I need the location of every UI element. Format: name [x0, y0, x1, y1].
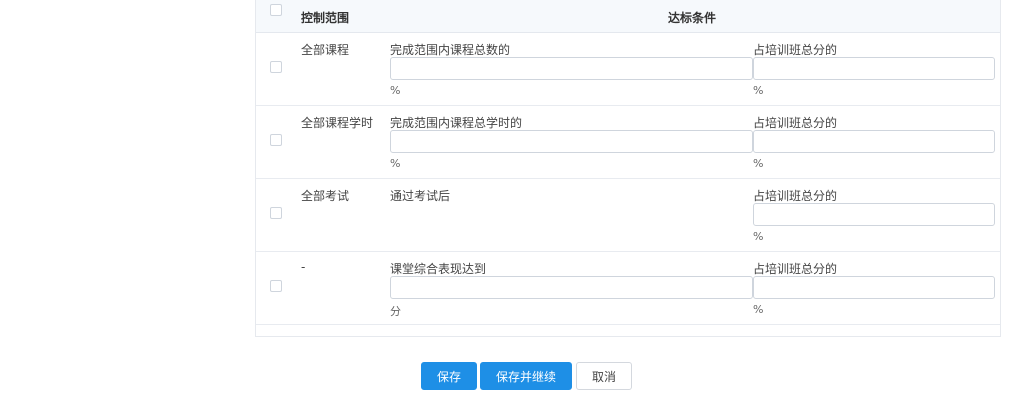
- row-scope: -: [301, 260, 306, 274]
- row-scope: 全部课程学时: [301, 116, 374, 130]
- table-row: 全部课程 完成范围内课程总数的 % 占培训班总分的 %: [256, 33, 1000, 106]
- score-input[interactable]: [753, 203, 995, 226]
- score-label: 占培训班总分的: [753, 116, 838, 130]
- score-label: 占培训班总分的: [753, 43, 838, 57]
- score-input[interactable]: [753, 276, 995, 299]
- select-all-checkbox[interactable]: [270, 4, 282, 16]
- condition-unit: %: [390, 157, 401, 170]
- condition-label: 通过考试后: [390, 189, 451, 203]
- standards-table: 控制范围 达标条件 全部课程 完成范围内课程总数的 % 占培训班总分的 % 全部…: [255, 0, 1001, 337]
- row-scope: 全部考试: [301, 189, 350, 203]
- table-row: - 课堂综合表现达到 分 占培训班总分的 %: [256, 252, 1000, 325]
- condition-input[interactable]: [390, 57, 753, 80]
- score-unit: %: [753, 84, 764, 97]
- score-unit: %: [753, 230, 764, 243]
- row-checkbox[interactable]: [270, 61, 282, 73]
- condition-label: 完成范围内课程总数的: [390, 43, 511, 57]
- score-unit: %: [753, 303, 764, 316]
- row-scope: 全部课程: [301, 43, 350, 57]
- row-checkbox[interactable]: [270, 134, 282, 146]
- table-header: 控制范围 达标条件: [256, 0, 1000, 33]
- row-checkbox[interactable]: [270, 207, 282, 219]
- header-condition: 达标条件: [668, 11, 717, 25]
- score-label: 占培训班总分的: [753, 262, 838, 276]
- save-button[interactable]: 保存: [421, 362, 477, 390]
- condition-label: 完成范围内课程总学时的: [390, 116, 523, 130]
- row-checkbox[interactable]: [270, 280, 282, 292]
- save-continue-button[interactable]: 保存并继续: [480, 362, 572, 390]
- condition-input[interactable]: [390, 276, 753, 299]
- condition-input[interactable]: [390, 130, 753, 153]
- score-label: 占培训班总分的: [753, 189, 838, 203]
- score-unit: %: [753, 157, 764, 170]
- header-scope: 控制范围: [301, 11, 350, 25]
- condition-unit: %: [390, 84, 401, 97]
- table-row: 全部考试 通过考试后 占培训班总分的 %: [256, 179, 1000, 252]
- table-row: 全部课程学时 完成范围内课程总学时的 % 占培训班总分的 %: [256, 106, 1000, 179]
- cancel-button[interactable]: 取消: [576, 362, 632, 390]
- condition-unit: 分: [390, 305, 401, 318]
- score-input[interactable]: [753, 130, 995, 153]
- score-input[interactable]: [753, 57, 995, 80]
- condition-label: 课堂综合表现达到: [390, 262, 487, 276]
